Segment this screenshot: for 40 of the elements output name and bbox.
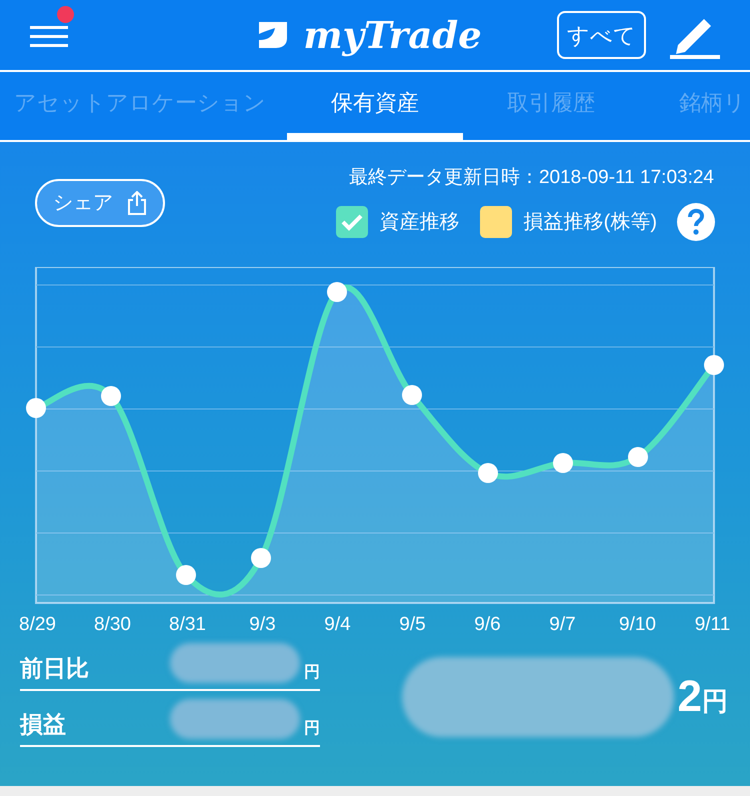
legend-checkbox[interactable] bbox=[336, 206, 368, 238]
help-icon[interactable] bbox=[677, 202, 715, 240]
data-point bbox=[251, 548, 271, 568]
data-point bbox=[402, 384, 422, 404]
axis-label: 9/5 bbox=[399, 612, 426, 636]
axis-label: 9/4 bbox=[324, 612, 351, 636]
tab[interactable]: 取引履歴 bbox=[463, 72, 639, 140]
menu-icon[interactable] bbox=[30, 24, 70, 50]
unit-label: 円 bbox=[304, 719, 320, 739]
summary-label: 損益 bbox=[20, 710, 66, 738]
axis-label: 9/3 bbox=[249, 612, 276, 636]
filter-button[interactable]: すべて bbox=[557, 11, 646, 59]
axis-label: 8/30 bbox=[94, 612, 131, 636]
tab[interactable]: 銘柄リ bbox=[639, 72, 750, 140]
data-point bbox=[101, 386, 121, 406]
unit-label: 円 bbox=[304, 663, 320, 683]
data-point bbox=[327, 282, 347, 302]
data-point bbox=[704, 354, 724, 374]
legend-label: 損益推移(株等) bbox=[524, 210, 657, 234]
axis-label: 9/7 bbox=[549, 612, 576, 636]
unit-label: 円 bbox=[702, 684, 728, 718]
share-icon bbox=[127, 191, 147, 215]
summary-label: 前日比 bbox=[20, 654, 89, 682]
axis-label: 8/31 bbox=[169, 612, 206, 636]
axis-label: 9/10 bbox=[619, 612, 656, 636]
last-updated-text: 最終データ更新日時：2018-09-11 17:03:24 bbox=[348, 166, 714, 190]
axis-label: 9/11 bbox=[694, 612, 730, 636]
data-point bbox=[553, 452, 573, 472]
data-point bbox=[26, 398, 46, 418]
tab[interactable]: アセットアロケーション bbox=[0, 72, 287, 140]
data-point bbox=[478, 462, 498, 482]
data-point bbox=[628, 446, 648, 466]
legend-checkbox[interactable] bbox=[480, 206, 512, 238]
share-button[interactable]: シェア bbox=[35, 179, 165, 227]
check-icon bbox=[340, 212, 363, 230]
data-point bbox=[176, 564, 196, 584]
total-digit: 2 bbox=[678, 671, 702, 723]
legend-label: 資産推移 bbox=[380, 210, 460, 234]
axis-label: 8/29 bbox=[19, 612, 56, 636]
axis-label: 9/6 bbox=[474, 612, 501, 636]
